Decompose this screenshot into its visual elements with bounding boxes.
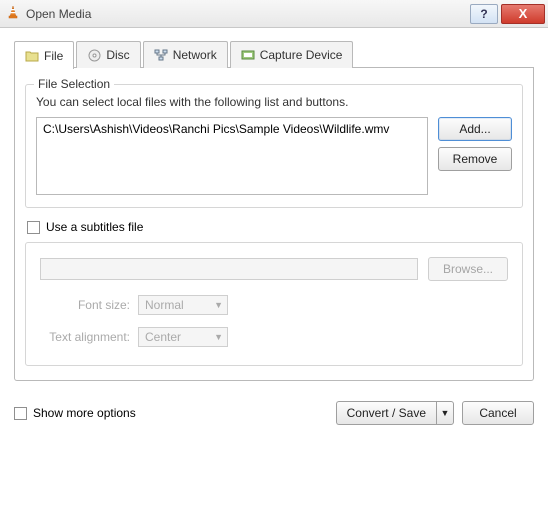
tab-file[interactable]: File xyxy=(14,41,74,69)
text-alignment-combo: Center ▼ xyxy=(138,327,228,347)
convert-save-dropdown[interactable]: ▼ xyxy=(436,401,454,425)
use-subtitles-label: Use a subtitles file xyxy=(46,220,143,234)
tab-bar: File Disc Network Capture Device xyxy=(14,40,534,68)
show-more-label: Show more options xyxy=(33,406,136,420)
group-legend: File Selection xyxy=(34,77,114,91)
chevron-down-icon: ▼ xyxy=(214,300,223,310)
tab-network[interactable]: Network xyxy=(143,41,228,68)
remove-button[interactable]: Remove xyxy=(438,147,512,171)
tab-label: Capture Device xyxy=(260,48,343,62)
use-subtitles-checkbox[interactable] xyxy=(27,221,40,234)
file-hint: You can select local files with the foll… xyxy=(36,95,512,109)
text-alignment-label: Text alignment: xyxy=(40,330,130,344)
font-size-combo: Normal ▼ xyxy=(138,295,228,315)
cancel-button[interactable]: Cancel xyxy=(462,401,534,425)
convert-save-label[interactable]: Convert / Save xyxy=(336,401,436,425)
tab-label: Network xyxy=(173,48,217,62)
text-alignment-value: Center xyxy=(145,330,181,344)
folder-icon xyxy=(25,49,39,63)
tab-capture[interactable]: Capture Device xyxy=(230,41,354,68)
file-selection-group: File Selection You can select local file… xyxy=(25,84,523,208)
tab-label: Disc xyxy=(106,48,129,62)
file-list-item[interactable]: C:\Users\Ashish\Videos\Ranchi Pics\Sampl… xyxy=(43,122,421,136)
subtitle-path-input xyxy=(40,258,418,280)
add-button[interactable]: Add... xyxy=(438,117,512,141)
close-button[interactable]: X xyxy=(501,4,545,24)
window-title: Open Media xyxy=(26,7,470,21)
use-subtitles-row[interactable]: Use a subtitles file xyxy=(27,220,523,234)
disc-icon xyxy=(87,48,101,62)
show-more-checkbox[interactable] xyxy=(14,407,27,420)
convert-save-button[interactable]: Convert / Save ▼ xyxy=(336,401,454,425)
file-list[interactable]: C:\Users\Ashish\Videos\Ranchi Pics\Sampl… xyxy=(36,117,428,195)
font-size-label: Font size: xyxy=(40,298,130,312)
tab-panel-file: File Selection You can select local file… xyxy=(14,68,534,381)
footer: Show more options Convert / Save ▼ Cance… xyxy=(14,401,534,425)
chevron-down-icon: ▼ xyxy=(214,332,223,342)
title-bar: Open Media ? X xyxy=(0,0,548,28)
network-icon xyxy=(154,48,168,62)
tab-label: File xyxy=(44,49,63,63)
capture-icon xyxy=(241,48,255,62)
help-button[interactable]: ? xyxy=(470,4,498,24)
font-size-value: Normal xyxy=(145,298,184,312)
subtitles-group: Browse... Font size: Normal ▼ Text align… xyxy=(25,242,523,366)
vlc-icon xyxy=(6,5,20,22)
tab-disc[interactable]: Disc xyxy=(76,41,140,68)
browse-button: Browse... xyxy=(428,257,508,281)
dialog-content: File Disc Network Capture Device File Se… xyxy=(0,28,548,435)
